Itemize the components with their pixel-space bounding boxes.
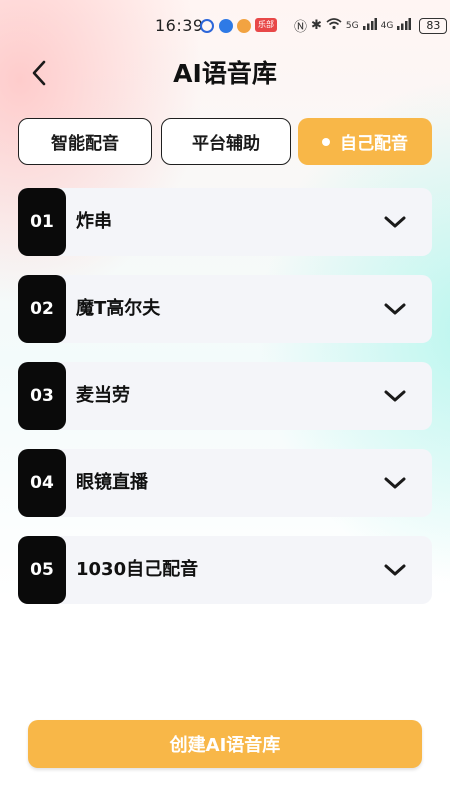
chevron-down-icon[interactable] bbox=[382, 210, 408, 234]
item-number: 01 bbox=[18, 188, 66, 256]
wifi-icon bbox=[326, 17, 342, 34]
tab-label: 自己配音 bbox=[340, 134, 408, 154]
tab-label: 智能配音 bbox=[51, 134, 119, 154]
chat-notification-icon bbox=[237, 19, 251, 33]
app-badge: 乐部 bbox=[255, 18, 277, 32]
list-item[interactable]: 05 1030自己配音 bbox=[18, 536, 432, 604]
network-label-2: 4G bbox=[380, 20, 394, 31]
item-number: 03 bbox=[18, 362, 66, 430]
list-item[interactable]: 02 魔T高尔夫 bbox=[18, 275, 432, 343]
item-label: 炸串 bbox=[76, 211, 112, 232]
tab-bar: 智能配音 平台辅助 自己配音 bbox=[18, 118, 432, 165]
list-item[interactable]: 03 麦当劳 bbox=[18, 362, 432, 430]
create-button-label: 创建AI语音库 bbox=[169, 735, 281, 756]
bluetooth-icon: ✱ bbox=[311, 18, 322, 33]
tab-platform-assist[interactable]: 平台辅助 bbox=[161, 118, 291, 165]
create-voice-library-button[interactable]: 创建AI语音库 bbox=[28, 720, 422, 768]
list-item[interactable]: 01 炸串 bbox=[18, 188, 432, 256]
tab-self-dubbing[interactable]: 自己配音 bbox=[298, 118, 432, 165]
chevron-down-icon[interactable] bbox=[382, 384, 408, 408]
item-label: 1030自己配音 bbox=[76, 559, 199, 580]
item-label: 眼镜直播 bbox=[76, 472, 148, 493]
status-time: 16:39 bbox=[155, 16, 204, 35]
page-title: AI语音库 bbox=[173, 59, 277, 88]
item-number: 02 bbox=[18, 275, 66, 343]
active-dot-icon bbox=[322, 137, 330, 146]
nfc-icon: Ⓝ bbox=[294, 20, 308, 35]
chevron-down-icon[interactable] bbox=[382, 471, 408, 495]
tab-smart-dubbing[interactable]: 智能配音 bbox=[18, 118, 152, 165]
status-indicators: Ⓝ ✱ 5G 4G 83 bbox=[294, 16, 448, 35]
app-notification-icon bbox=[200, 19, 214, 33]
signal-icon bbox=[362, 17, 377, 34]
network-label-1: 5G bbox=[345, 20, 359, 31]
chevron-down-icon[interactable] bbox=[382, 297, 408, 321]
item-label: 麦当劳 bbox=[76, 385, 130, 406]
list-item[interactable]: 04 眼镜直播 bbox=[18, 449, 432, 517]
app-notification-icon bbox=[219, 19, 233, 33]
status-bar: 16:39 乐部 Ⓝ ✱ 5G 4G 83 bbox=[0, 0, 450, 52]
item-label: 魔T高尔夫 bbox=[76, 298, 161, 319]
signal-icon bbox=[397, 17, 412, 34]
item-number: 05 bbox=[18, 536, 66, 604]
item-number: 04 bbox=[18, 449, 66, 517]
battery-indicator: 83 bbox=[419, 17, 448, 34]
tab-label: 平台辅助 bbox=[192, 134, 260, 154]
chevron-down-icon[interactable] bbox=[382, 558, 408, 582]
